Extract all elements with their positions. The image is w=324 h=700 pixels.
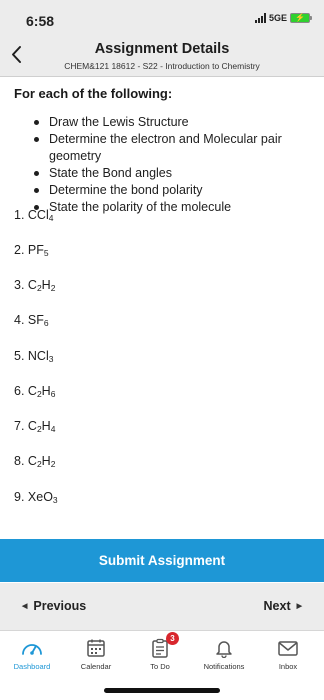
previous-button[interactable]: ◀ Previous <box>22 599 86 613</box>
chemical-formula: C2H2 <box>27 454 56 469</box>
question-number: 7. <box>14 419 28 433</box>
signal-icon <box>254 13 266 23</box>
todo-count-badge: 3 <box>166 632 179 645</box>
tab-label: Inbox <box>278 662 298 671</box>
status-indicators: 5GE ⚡ <box>254 13 312 23</box>
network-type: 5GE <box>268 13 287 23</box>
calendar-icon <box>87 639 105 657</box>
instruction-item: Determine the electron and Molecular pai… <box>34 131 314 165</box>
battery-icon: ⚡ <box>290 13 312 23</box>
tab-label: To Do <box>150 662 170 671</box>
chemical-formula: C2H2 <box>27 278 56 293</box>
dashboard-icon <box>22 644 42 655</box>
question-number: 3. <box>14 278 28 292</box>
question-item: 3. C2H2 <box>14 278 55 293</box>
question-item: 7. C2H4 <box>14 419 55 434</box>
inbox-icon <box>278 641 298 656</box>
instructions-heading: For each of the following: <box>14 86 173 101</box>
home-indicator <box>104 688 220 693</box>
question-item: 6. C2H6 <box>14 384 55 399</box>
question-item: 2. PF5 <box>14 243 49 258</box>
question-number: 8. <box>14 454 28 468</box>
question-item: 4. SF6 <box>14 313 49 328</box>
pager-bar: ◀ Previous Next ▶ <box>0 583 324 631</box>
tab-label: Dashboard <box>13 662 51 671</box>
tab-dashboard[interactable]: Dashboard <box>0 631 64 685</box>
instruction-item: Determine the bond polarity <box>34 182 314 199</box>
triangle-left-icon: ◀ <box>22 603 28 610</box>
question-item: 9. XeO3 <box>14 490 58 505</box>
question-number: 4. <box>14 313 28 327</box>
status-time: 6:58 <box>26 13 55 29</box>
chemical-formula: C2H4 <box>27 419 56 434</box>
bottom-tab-bar: Dashboard Calendar 3 To Do Notifications <box>0 631 324 685</box>
chemical-formula: C2H6 <box>27 384 56 399</box>
instruction-item: State the Bond angles <box>34 165 314 182</box>
course-subtitle: CHEM&121 18612 - S22 - Introduction to C… <box>64 61 260 71</box>
question-number: 5. <box>14 349 28 363</box>
triangle-right-icon: ▶ <box>296 603 302 610</box>
next-button[interactable]: Next ▶ <box>264 599 302 613</box>
question-item: 8. C2H2 <box>14 454 55 469</box>
question-number: 2. <box>14 243 28 257</box>
tab-notifications[interactable]: Notifications <box>192 631 256 685</box>
question-number: 6. <box>14 384 28 398</box>
chemical-formula: PF5 <box>27 243 49 258</box>
instructions-list: Draw the Lewis Structure Determine the e… <box>34 114 314 216</box>
tab-label: Notifications <box>203 662 245 671</box>
question-number: 1. <box>14 208 28 222</box>
app-header: 6:58 5GE ⚡ Assignment Details CHEM&121 1… <box>0 0 324 77</box>
chemical-formula: SF6 <box>27 313 49 328</box>
question-item: 1. CCl4 <box>14 208 53 223</box>
chemical-formula: CCl4 <box>27 208 54 223</box>
tab-label: Calendar <box>80 662 112 671</box>
instruction-item: State the polarity of the molecule <box>34 199 314 216</box>
page-title: Assignment Details <box>94 41 230 57</box>
submit-assignment-button[interactable]: Submit Assignment <box>0 539 324 582</box>
chemical-formula: NCl3 <box>27 349 54 364</box>
next-label: Next <box>263 599 291 613</box>
tab-calendar[interactable]: Calendar <box>64 631 128 685</box>
tab-inbox[interactable]: Inbox <box>256 631 320 685</box>
previous-label: Previous <box>33 599 87 613</box>
tab-todo[interactable]: 3 To Do <box>128 631 192 685</box>
question-number: 9. <box>14 490 28 504</box>
chemical-formula: XeO3 <box>27 490 58 505</box>
instruction-item: Draw the Lewis Structure <box>34 114 314 131</box>
question-item: 5. NCl3 <box>14 349 53 364</box>
bell-icon <box>216 641 232 658</box>
